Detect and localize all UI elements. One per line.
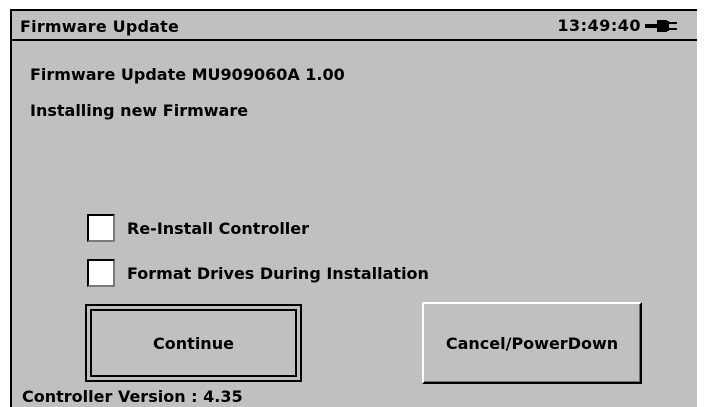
title-bar: Firmware Update 13:49:40 bbox=[12, 11, 697, 41]
firmware-version-text: Firmware Update MU909060A 1.00 bbox=[30, 65, 345, 84]
ac-power-plug-icon bbox=[645, 20, 677, 32]
clock: 13:49:40 bbox=[557, 16, 641, 35]
continue-button-label: Continue bbox=[153, 333, 234, 353]
controller-version-text: Controller Version : 4.35 bbox=[22, 387, 243, 406]
cancel-powerdown-button-label: Cancel/PowerDown bbox=[445, 333, 619, 353]
install-status-text: Installing new Firmware bbox=[30, 101, 249, 120]
cancel-powerdown-button[interactable]: Cancel/PowerDown bbox=[422, 302, 642, 384]
reinstall-controller-label: Re-Install Controller bbox=[127, 218, 310, 238]
firmware-update-window: Firmware Update 13:49:40 Firmware Update… bbox=[10, 9, 697, 407]
reinstall-controller-checkbox[interactable] bbox=[87, 214, 115, 242]
format-drives-option[interactable]: Format Drives During Installation bbox=[87, 259, 429, 287]
reinstall-controller-option[interactable]: Re-Install Controller bbox=[87, 214, 309, 242]
window-title: Firmware Update bbox=[20, 17, 180, 36]
format-drives-checkbox[interactable] bbox=[87, 259, 115, 287]
format-drives-label: Format Drives During Installation bbox=[127, 263, 429, 283]
continue-button[interactable]: Continue bbox=[85, 304, 302, 382]
